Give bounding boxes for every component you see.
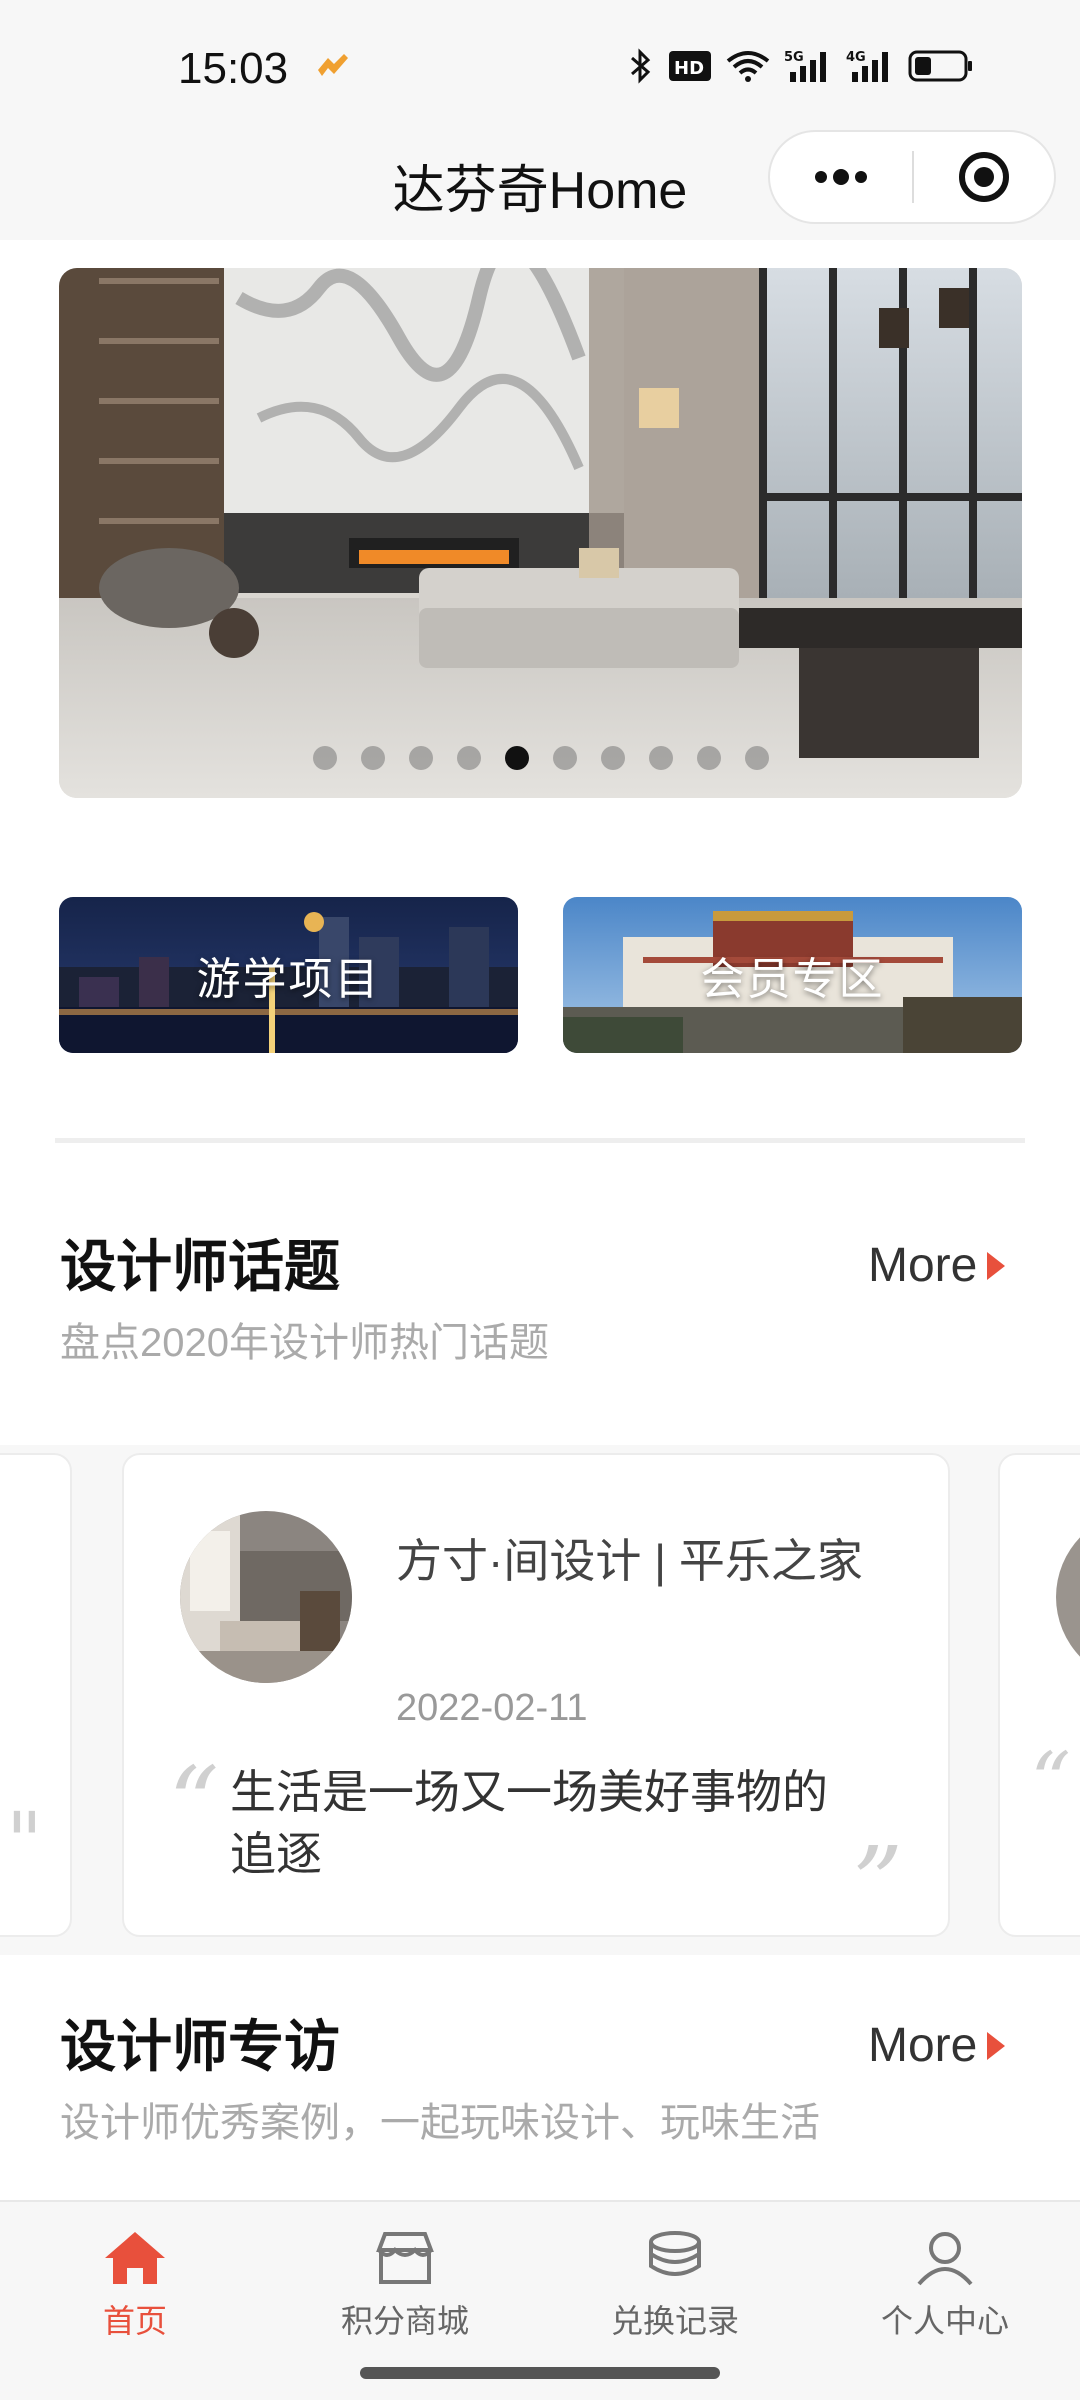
tab-points-store[interactable]: 积分商城 xyxy=(270,2202,540,2350)
svg-text:4G: 4G xyxy=(846,50,866,65)
status-time: 15:03 xyxy=(178,44,289,93)
topic-card-date: 2022-02-11 xyxy=(396,1687,588,1729)
avatar xyxy=(1056,1511,1080,1683)
bottom-tab-bar: 首页 积分商城 兑换记录 个人中心 xyxy=(0,2200,1080,2350)
carousel-dot[interactable] xyxy=(648,746,673,770)
caret-right-icon xyxy=(987,2031,1006,2060)
more-dots-icon xyxy=(815,169,867,185)
tab-label: 积分商城 xyxy=(340,2303,469,2339)
interviews-more-link[interactable]: More xyxy=(868,2018,1007,2073)
carousel-indicators xyxy=(59,746,1022,770)
topics-section-title: 设计师话题 xyxy=(60,1235,340,1298)
quote-close-icon: ” xyxy=(852,1825,904,1942)
app-notification-icon xyxy=(314,52,350,85)
tab-redeem-history[interactable]: 兑换记录 xyxy=(540,2202,810,2350)
tab-label: 兑换记录 xyxy=(610,2303,739,2339)
caret-right-icon xyxy=(987,1251,1006,1280)
avatar xyxy=(180,1511,352,1683)
more-label: More xyxy=(868,2019,978,2072)
banner-carousel[interactable] xyxy=(59,268,1022,798)
signal-4g-icon: 4G xyxy=(846,48,894,89)
carousel-dot[interactable] xyxy=(696,746,721,770)
quote-close-icon: " xyxy=(6,1795,43,1888)
home-icon xyxy=(105,2232,165,2284)
interviews-section-subtitle: 设计师优秀案例，一起玩味设计、玩味生活 xyxy=(60,2101,820,2145)
carousel-dot[interactable] xyxy=(360,746,385,770)
more-label: More xyxy=(868,1239,978,1292)
home-indicator[interactable] xyxy=(360,2367,720,2379)
store-icon xyxy=(376,2232,434,2284)
signal-5g-icon: 5G xyxy=(784,48,832,89)
wifi-icon xyxy=(726,49,770,88)
topics-more-link[interactable]: More xyxy=(868,1238,1007,1293)
tab-profile[interactable]: 个人中心 xyxy=(810,2202,1080,2350)
living-room-image xyxy=(59,268,1022,798)
topic-card-title: 方寸·间设计 | 平乐之家 xyxy=(396,1535,863,1587)
tab-label: 个人中心 xyxy=(880,2303,1009,2339)
tile-label: 游学项目 xyxy=(196,955,381,1004)
tile-member-zone[interactable]: 会员专区 xyxy=(563,897,1022,1053)
status-icons: HD 5G 4G xyxy=(628,48,974,89)
interviews-section-title: 设计师专访 xyxy=(60,2015,340,2078)
carousel-dot[interactable] xyxy=(744,746,769,770)
navigation-bar: 达芬奇Home xyxy=(0,130,1080,240)
svg-text:HD: HD xyxy=(674,58,704,79)
carousel-dot[interactable] xyxy=(504,746,529,770)
carousel-dot[interactable] xyxy=(408,746,433,770)
hd-icon: HD xyxy=(668,50,712,87)
more-options-button[interactable] xyxy=(770,132,912,222)
coins-icon xyxy=(649,2231,701,2276)
battery-icon xyxy=(908,50,974,87)
topic-card-next[interactable]: “ xyxy=(998,1453,1080,1937)
quote-open-icon: “ xyxy=(168,1745,220,1862)
bluetooth-icon xyxy=(628,48,654,89)
quote-open-icon: “ xyxy=(1030,1735,1071,1828)
room-thumbnail-image xyxy=(180,1511,352,1683)
mini-program-capsule xyxy=(768,130,1056,224)
tab-home[interactable]: 首页 xyxy=(0,2202,270,2350)
topic-card-quote: 生活是一场又一场美好事物的追逐 xyxy=(230,1766,828,1880)
tile-label: 会员专区 xyxy=(700,955,885,1004)
status-bar: 15:03 HD 5G 4G xyxy=(0,0,1080,130)
section-divider xyxy=(55,1138,1025,1143)
topics-carousel[interactable]: " 方寸·间设计 | 平乐之家 2022-02-11 “ 生活是一场又一场美好事… xyxy=(0,1445,1080,1955)
main-content: 游学项目 会员专区 设计师话题 盘点2020年设计师热门话题 More " 方寸… xyxy=(0,240,1080,2200)
person-icon xyxy=(917,2232,973,2286)
topic-card-previous[interactable]: " xyxy=(0,1453,72,1937)
svg-text:5G: 5G xyxy=(784,50,804,65)
topic-card[interactable]: 方寸·间设计 | 平乐之家 2022-02-11 “ 生活是一场又一场美好事物的… xyxy=(122,1453,950,1942)
carousel-dot[interactable] xyxy=(600,746,625,770)
carousel-dot[interactable] xyxy=(456,746,481,770)
topics-section-subtitle: 盘点2020年设计师热门话题 xyxy=(60,1321,549,1365)
tile-study-tour[interactable]: 游学项目 xyxy=(59,897,518,1053)
close-mini-program-button[interactable] xyxy=(914,132,1054,222)
carousel-dot[interactable] xyxy=(552,746,577,770)
carousel-dot[interactable] xyxy=(312,746,337,770)
tab-label: 首页 xyxy=(102,2303,167,2339)
target-icon xyxy=(959,152,1009,202)
